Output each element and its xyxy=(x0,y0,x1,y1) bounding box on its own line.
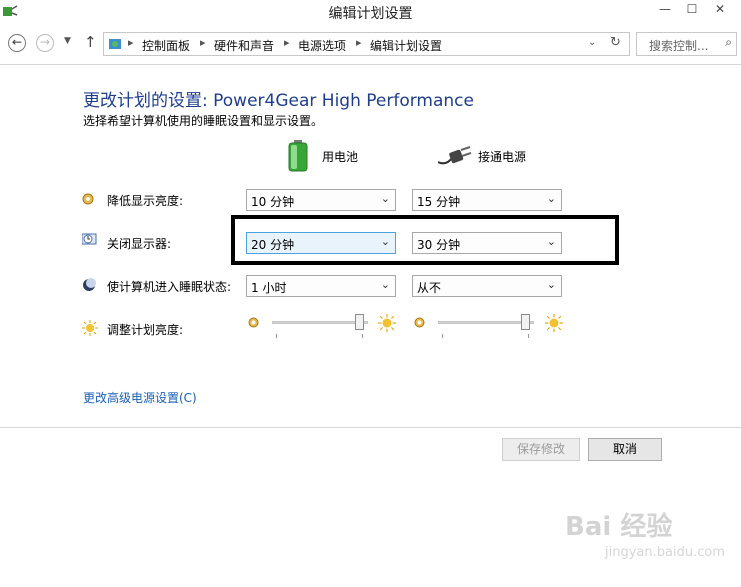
sleep-plugged-select[interactable]: 从不 ⌄ xyxy=(412,275,562,297)
dim-display-plugged-select[interactable]: 15 分钟 ⌄ xyxy=(412,189,562,211)
chevron-down-icon: ⌄ xyxy=(588,37,597,48)
search-placeholder: 搜索控制... xyxy=(649,39,709,53)
slider-tick xyxy=(362,334,363,338)
dim-display-battery-select[interactable]: 10 分钟 ⌄ xyxy=(246,189,396,211)
sleep-battery-select[interactable]: 1 小时 ⌄ xyxy=(246,275,396,297)
breadcrumb-edit-plan[interactable]: 编辑计划设置 xyxy=(370,37,442,54)
page-subtitle: 选择希望计算机使用的睡眠设置和显示设置。 xyxy=(83,114,324,128)
slider-tick xyxy=(442,334,443,338)
window-title: 编辑计划设置 xyxy=(328,6,413,22)
crumb-separator: ▸ xyxy=(356,36,362,49)
slider-thumb[interactable] xyxy=(521,314,530,330)
divider xyxy=(0,427,741,428)
watermark: Bai 经验 xyxy=(565,512,673,542)
highlight-box xyxy=(231,215,619,265)
select-value: 1 小时 xyxy=(251,281,287,295)
slider-track xyxy=(438,321,534,324)
watermark-url: jingyan.baidu.com xyxy=(605,545,725,560)
refresh-icon: ↻ xyxy=(610,35,621,50)
arrow-up-icon: ↑ xyxy=(84,33,97,51)
minimize-button[interactable]: — xyxy=(651,0,679,20)
breadcrumb-power-options[interactable]: 电源选项 xyxy=(298,37,346,54)
address-dropdown-button[interactable]: ⌄ xyxy=(588,37,596,48)
dim-display-label: 降低显示亮度: xyxy=(107,194,184,208)
chevron-down-icon: ▼ xyxy=(64,36,71,46)
chevron-down-icon: ⌄ xyxy=(546,278,556,291)
breadcrumb-control-panel[interactable]: 控制面板 xyxy=(142,37,190,54)
control-panel-icon xyxy=(108,36,124,55)
chevron-down-icon: ⌄ xyxy=(546,192,556,205)
crumb-separator: ▸ xyxy=(200,36,206,49)
crumb-separator: ▸ xyxy=(128,36,134,49)
forward-button[interactable]: → xyxy=(36,34,54,52)
page-title: 更改计划的设置: Power4Gear High Performance xyxy=(83,91,474,111)
title-bar: 编辑计划设置 — ☐ ✕ xyxy=(0,0,741,26)
power-plug-icon xyxy=(437,146,472,171)
select-value: 10 分钟 xyxy=(251,195,295,209)
address-bar[interactable]: ▸ 控制面板 ▸ 硬件和声音 ▸ 电源选项 ▸ 编辑计划设置 ⌄ ↻ xyxy=(103,32,630,56)
display-timer-icon xyxy=(81,233,98,250)
up-button[interactable]: ↑ xyxy=(84,33,97,51)
plugged-column-header: 接通电源 xyxy=(478,150,527,164)
address-row: ← → ▼ ↑ ▸ 控制面板 ▸ 硬件和声音 ▸ 电源选项 ▸ 编辑计划设置 ⌄… xyxy=(0,29,741,59)
cancel-button[interactable]: 取消 xyxy=(588,438,662,461)
select-value: 从不 xyxy=(417,281,442,295)
dim-brightness-icon xyxy=(82,193,94,208)
divider xyxy=(0,64,741,65)
brightness-label: 调整计划亮度: xyxy=(107,323,184,337)
brightness-low-icon xyxy=(414,317,425,331)
arrow-right-icon: → xyxy=(39,35,51,49)
sleep-moon-icon xyxy=(82,278,96,295)
battery-icon xyxy=(288,140,308,175)
battery-column-header: 用电池 xyxy=(322,150,359,164)
brightness-sun-icon xyxy=(82,320,98,339)
breadcrumb-hardware-sound[interactable]: 硬件和声音 xyxy=(214,37,274,54)
advanced-power-settings-link[interactable]: 更改高级电源设置(C) xyxy=(83,389,197,406)
crumb-separator: ▸ xyxy=(284,36,290,49)
brightness-high-icon xyxy=(378,314,396,335)
slider-thumb[interactable] xyxy=(355,314,364,330)
back-button[interactable]: ← xyxy=(8,34,26,52)
slider-tick xyxy=(528,334,529,338)
turn-off-display-label: 关闭显示器: xyxy=(107,237,172,251)
refresh-button[interactable]: ↻ xyxy=(610,35,621,50)
save-changes-button[interactable]: 保存修改 xyxy=(502,438,580,461)
chevron-down-icon: ⌄ xyxy=(380,278,390,291)
slider-track xyxy=(272,321,368,324)
search-input[interactable]: 搜索控制... ⌕ xyxy=(636,32,737,56)
sleep-label: 使计算机进入睡眠状态: xyxy=(107,280,232,294)
slider-tick xyxy=(276,334,277,338)
select-value: 15 分钟 xyxy=(417,195,461,209)
brightness-high-icon xyxy=(545,314,563,335)
arrow-left-icon: ← xyxy=(11,35,23,49)
chevron-down-icon: ⌄ xyxy=(380,192,390,205)
search-icon: ⌕ xyxy=(725,35,732,49)
brightness-low-icon xyxy=(248,317,259,331)
close-button[interactable]: ✕ xyxy=(706,0,734,20)
maximize-button[interactable]: ☐ xyxy=(678,0,706,20)
recent-pages-button[interactable]: ▼ xyxy=(64,36,71,46)
